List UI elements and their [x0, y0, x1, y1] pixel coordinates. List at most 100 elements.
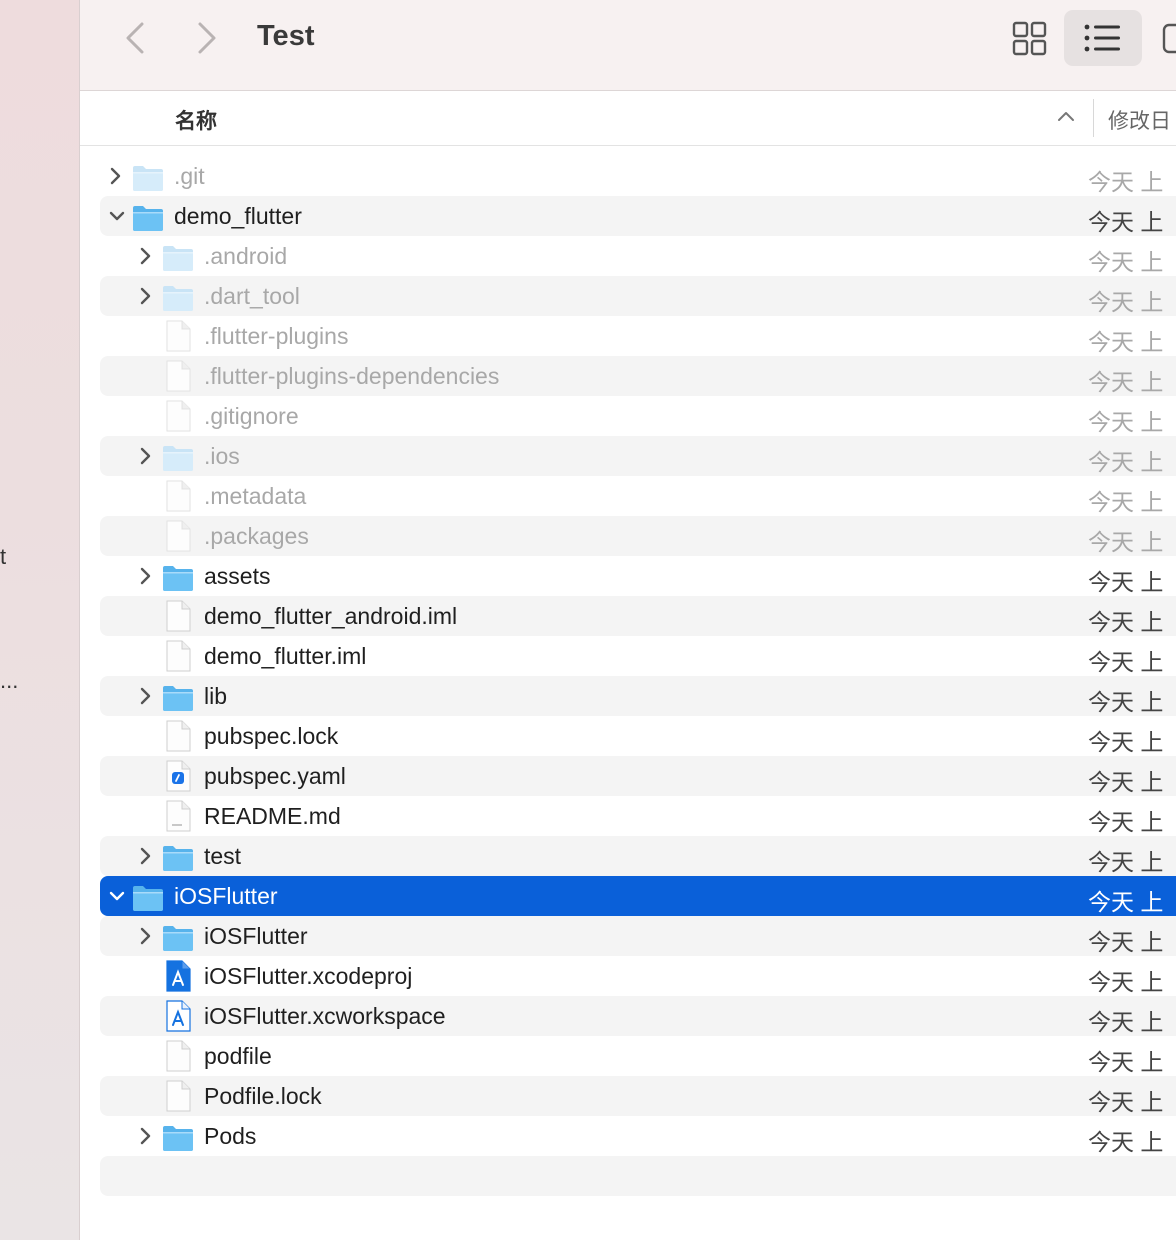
sidebar: t ...	[0, 0, 80, 1240]
disclosure-collapsed-icon[interactable]	[108, 167, 122, 185]
folder-icon	[132, 163, 164, 193]
file-row[interactable]: demo_flutter_android.iml 今天 上	[100, 596, 1176, 636]
sort-ascending-icon[interactable]	[1056, 109, 1076, 123]
file-row[interactable]: .flutter-plugins-dependencies 今天 上	[100, 356, 1176, 396]
column-divider[interactable]	[1093, 99, 1094, 137]
column-header: 名称 修改日	[80, 91, 1176, 146]
item-name: demo_flutter	[174, 203, 302, 229]
disclosure-collapsed-icon[interactable]	[138, 287, 152, 305]
item-name: .metadata	[204, 483, 307, 509]
item-date-modified: 今天 上	[1088, 729, 1164, 755]
item-date-modified: 今天 上	[1088, 649, 1164, 675]
item-name: .ios	[204, 443, 240, 469]
folder-row[interactable]: lib 今天 上	[100, 676, 1176, 716]
item-date-modified: 今天 上	[1088, 209, 1164, 235]
folder-row[interactable]: .git 今天 上	[100, 156, 1176, 196]
item-date-modified: 今天 上	[1088, 889, 1164, 915]
name-column-header[interactable]: 名称	[175, 105, 217, 135]
item-date-modified: 今天 上	[1088, 1089, 1164, 1115]
disclosure-collapsed-icon[interactable]	[138, 1127, 152, 1145]
item-name: iOSFlutter	[174, 883, 278, 909]
item-date-modified: 今天 上	[1088, 769, 1164, 795]
item-date-modified: 今天 上	[1088, 1129, 1164, 1155]
disclosure-expanded-icon[interactable]	[108, 207, 125, 225]
item-name: README.md	[204, 803, 341, 829]
disclosure-expanded-icon[interactable]	[108, 887, 125, 905]
file-row[interactable]: .packages 今天 上	[100, 516, 1176, 556]
item-name: .gitignore	[204, 403, 299, 429]
item-name: iOSFlutter	[204, 923, 308, 949]
icon-view-button[interactable]	[1008, 17, 1052, 61]
date-modified-column-header[interactable]: 修改日	[1108, 105, 1171, 135]
file-row[interactable]: podfile 今天 上	[100, 1036, 1176, 1076]
file-row[interactable]: pubspec.lock 今天 上	[100, 716, 1176, 756]
file-row[interactable]: README.md 今天 上	[100, 796, 1176, 836]
item-name: .git	[174, 163, 205, 189]
column-view-icon	[1162, 23, 1176, 54]
back-button[interactable]	[116, 18, 156, 58]
item-date-modified: 今天 上	[1088, 169, 1164, 195]
document-icon	[164, 720, 196, 752]
folder-row[interactable]: .android 今天 上	[100, 236, 1176, 276]
file-row[interactable]: iOSFlutter.xcworkspace 今天 上	[100, 996, 1176, 1036]
item-date-modified: 今天 上	[1088, 969, 1164, 995]
item-date-modified: 今天 上	[1088, 409, 1164, 435]
chevron-right-icon	[198, 22, 216, 54]
item-name: pubspec.lock	[204, 723, 339, 749]
yaml-file-icon	[164, 760, 196, 792]
list-view-icon	[1084, 24, 1120, 52]
folder-row[interactable]: .dart_tool 今天 上	[100, 276, 1176, 316]
item-date-modified: 今天 上	[1088, 689, 1164, 715]
sidebar-item-fragment[interactable]: t	[0, 544, 6, 570]
file-row[interactable]: .flutter-plugins 今天 上	[100, 316, 1176, 356]
document-icon	[164, 1040, 196, 1072]
file-row[interactable]: Podfile.lock 今天 上	[100, 1076, 1176, 1116]
folder-icon	[132, 883, 164, 913]
item-name: demo_flutter.iml	[204, 643, 367, 669]
file-row[interactable]: .gitignore 今天 上	[100, 396, 1176, 436]
grid-view-icon	[1012, 21, 1047, 56]
disclosure-collapsed-icon[interactable]	[138, 567, 152, 585]
folder-icon	[162, 443, 194, 473]
item-name: lib	[204, 683, 228, 709]
file-row[interactable]: iOSFlutter.xcodeproj 今天 上	[100, 956, 1176, 996]
folder-row[interactable]: test 今天 上	[100, 836, 1176, 876]
item-name: .android	[204, 243, 288, 269]
item-name: demo_flutter_android.iml	[204, 603, 458, 629]
item-name: .packages	[204, 523, 309, 549]
disclosure-collapsed-icon[interactable]	[138, 847, 152, 865]
folder-icon	[162, 683, 194, 713]
item-name: Podfile.lock	[204, 1083, 322, 1109]
folder-row[interactable]: demo_flutter 今天 上	[100, 196, 1176, 236]
window-title: Test	[257, 20, 315, 52]
folder-row[interactable]: iOSFlutter 今天 上	[100, 876, 1176, 916]
file-row[interactable]: .metadata 今天 上	[100, 476, 1176, 516]
file-row[interactable]: pubspec.yaml 今天 上	[100, 756, 1176, 796]
item-name: iOSFlutter.xcodeproj	[204, 963, 413, 989]
column-view-button[interactable]	[1160, 19, 1176, 59]
disclosure-collapsed-icon[interactable]	[138, 687, 152, 705]
xcode-project-icon	[164, 960, 196, 992]
list-view-button[interactable]	[1064, 10, 1142, 66]
file-row[interactable]: demo_flutter.iml 今天 上	[100, 636, 1176, 676]
folder-icon	[162, 283, 194, 313]
folder-icon	[162, 243, 194, 273]
folder-row[interactable]: .ios 今天 上	[100, 436, 1176, 476]
folder-row[interactable]: iOSFlutter 今天 上	[100, 916, 1176, 956]
item-date-modified: 今天 上	[1088, 1009, 1164, 1035]
sidebar-item-fragment[interactable]: ...	[0, 668, 18, 694]
document-icon	[164, 320, 196, 352]
document-icon	[164, 480, 196, 512]
disclosure-collapsed-icon[interactable]	[138, 447, 152, 465]
chevron-left-icon	[126, 22, 144, 54]
empty-row	[100, 1156, 1176, 1196]
item-date-modified: 今天 上	[1088, 809, 1164, 835]
item-date-modified: 今天 上	[1088, 369, 1164, 395]
folder-icon	[132, 203, 164, 233]
disclosure-collapsed-icon[interactable]	[138, 927, 152, 945]
item-name: pubspec.yaml	[204, 763, 346, 789]
folder-row[interactable]: Pods 今天 上	[100, 1116, 1176, 1156]
disclosure-collapsed-icon[interactable]	[138, 247, 152, 265]
folder-row[interactable]: assets 今天 上	[100, 556, 1176, 596]
forward-button[interactable]	[186, 18, 226, 58]
